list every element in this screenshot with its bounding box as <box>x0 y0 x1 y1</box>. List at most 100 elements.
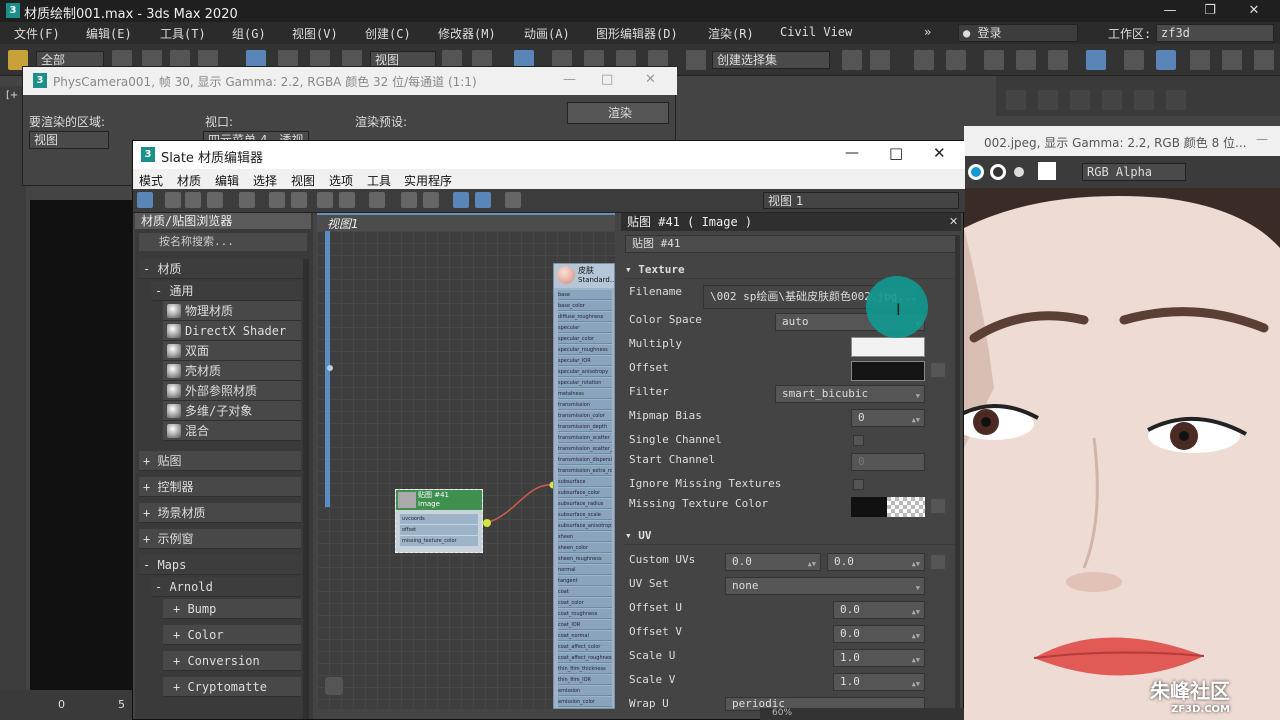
menu-rendering[interactable]: 渲染(R) <box>708 25 754 42</box>
offset-map-button[interactable] <box>931 363 945 377</box>
render-button[interactable]: 渲染 <box>567 102 669 124</box>
filter-select[interactable]: smart_bicubic ▼ <box>775 385 925 403</box>
single-channel-checkbox[interactable] <box>853 435 864 446</box>
scale-u-spinner[interactable]: 1.0 ▲▼ <box>833 649 925 667</box>
arnold-color[interactable]: + Color <box>163 625 301 645</box>
uv-section[interactable]: ▾ UV <box>625 529 955 545</box>
assign-material-icon[interactable] <box>207 192 223 208</box>
arnold-cryptomatte[interactable]: + Cryptomatte <box>163 677 301 697</box>
layout-children-icon[interactable] <box>423 192 439 208</box>
menu-views[interactable]: 视图(V) <box>292 25 338 42</box>
node-slot[interactable]: coat_affect_color <box>558 642 612 652</box>
red-channel-icon[interactable] <box>968 164 984 180</box>
layout-all-icon[interactable] <box>401 192 417 208</box>
offset-v-spinner[interactable]: 0.0 ▲▼ <box>833 625 925 643</box>
rendered-frame-icon[interactable] <box>1156 50 1176 70</box>
arnold-conversion[interactable]: + Conversion <box>163 651 301 671</box>
node-slot[interactable]: coat_affect_roughness <box>558 653 612 663</box>
material-xref[interactable]: 外部参照材质 <box>163 381 301 401</box>
menu-create[interactable]: 创建(C) <box>365 25 411 42</box>
node-slot[interactable]: specular_IOR <box>558 356 612 366</box>
node-slot[interactable]: tangent <box>558 576 612 586</box>
group-controllers[interactable]: + 控制器 <box>139 477 301 497</box>
material-map-browser-icon[interactable] <box>453 192 469 208</box>
menu-edit[interactable]: 编辑(E) <box>86 25 132 42</box>
move-children-icon[interactable] <box>269 192 285 208</box>
named-selection-select[interactable]: 创建选择集 <box>712 51 830 69</box>
close-icon[interactable]: ✕ <box>1234 0 1274 22</box>
zoom-value[interactable]: 60% <box>772 708 792 718</box>
region-select[interactable]: 视图 <box>29 131 109 149</box>
node-slot[interactable]: transmission_scatter <box>558 433 612 443</box>
node-slot[interactable]: subsurface_radius <box>558 499 612 509</box>
layer-explorer-icon[interactable] <box>946 50 966 70</box>
slate-minimize-icon[interactable]: — <box>845 145 859 161</box>
slate-maximize-icon[interactable]: □ <box>889 144 903 162</box>
curve-editor-icon[interactable] <box>1016 50 1036 70</box>
node-slot[interactable]: thin_film_IOR <box>558 675 612 685</box>
node-slot[interactable]: transmission <box>558 400 612 410</box>
map-slot-offset[interactable]: offset <box>400 525 478 535</box>
node-slot[interactable]: specular_anisotropy <box>558 367 612 377</box>
slate-menu-select[interactable]: 选择 <box>253 172 277 189</box>
standard-surface-node[interactable]: 皮肤 Standard... base base_color diffuse_rou… <box>553 263 615 709</box>
pick-material-icon[interactable] <box>165 192 181 208</box>
node-slot[interactable]: base <box>558 290 612 300</box>
timeline[interactable]: 0 5 <box>0 690 135 720</box>
image-map-node[interactable]: 贴图 #41 Image uvcoords offset missing_tex… <box>395 489 483 553</box>
hide-unused-icon[interactable] <box>291 192 307 208</box>
menu-tools[interactable]: 工具(T) <box>160 25 206 42</box>
slate-menu-options[interactable]: 选项 <box>329 172 353 189</box>
node-slot[interactable]: transmission_extra_rough <box>558 466 612 476</box>
menu-modifiers[interactable]: 修改器(M) <box>438 25 496 42</box>
node-slot[interactable]: sheen_color <box>558 543 612 553</box>
material-editor-icon[interactable] <box>1086 50 1106 70</box>
select-tool-icon[interactable] <box>137 192 153 208</box>
display-tab-icon[interactable] <box>1134 90 1154 110</box>
node-slot[interactable]: transmission_scatter_an <box>558 444 612 454</box>
scene-explorer-icon[interactable] <box>914 50 934 70</box>
node-slot[interactable]: specular_rotation <box>558 378 612 388</box>
slate-close-icon[interactable]: ✕ <box>933 144 946 162</box>
node-slot[interactable]: emission <box>558 686 612 696</box>
start-channel-spinner[interactable]: 0 <box>851 453 925 471</box>
slate-menu-mode[interactable]: 模式 <box>139 172 163 189</box>
node-slot[interactable]: sheen_roughness <box>558 554 612 564</box>
slate-menu-utilities[interactable]: 实用程序 <box>404 172 452 189</box>
section-arnold[interactable]: - Arnold <box>151 577 301 597</box>
image-view-minimize-icon[interactable]: — <box>1256 132 1268 146</box>
browser-search-input[interactable]: 按名称搜索... <box>139 233 307 251</box>
node-slot[interactable]: coat_roughness <box>558 609 612 619</box>
output-socket-icon[interactable] <box>483 519 491 527</box>
mirror-icon[interactable] <box>842 50 862 70</box>
viewport-label[interactable]: [+ <box>6 90 18 101</box>
section-maps[interactable]: - Maps <box>139 555 301 575</box>
node-slot[interactable]: transmission_dispersion <box>558 455 612 465</box>
material-id-icon[interactable] <box>369 192 385 208</box>
node-slot[interactable]: subsurface_scale <box>558 510 612 520</box>
menu-civil-view[interactable]: Civil View <box>780 25 852 39</box>
display-alpha-icon[interactable] <box>1038 162 1056 180</box>
map-name-input[interactable]: 贴图 #41 <box>625 235 957 253</box>
minimize-icon[interactable]: — <box>1150 0 1190 22</box>
multiply-color-swatch[interactable] <box>851 337 925 357</box>
render-frame-close-icon[interactable]: ✕ <box>645 72 656 87</box>
custom-uv-b-spinner[interactable]: 0.0 ▲▼ <box>827 553 925 571</box>
offset-color-swatch[interactable] <box>851 361 925 381</box>
node-slot[interactable]: specular <box>558 323 612 333</box>
restore-icon[interactable]: ❐ <box>1190 0 1230 22</box>
node-slot[interactable]: thin_film_thickness <box>558 664 612 674</box>
material-physical[interactable]: 物理材质 <box>163 301 301 321</box>
schematic-view-icon[interactable] <box>1048 50 1068 70</box>
render-frame-minimize-icon[interactable]: — <box>563 72 576 87</box>
node-slot[interactable]: emission_color <box>558 697 612 707</box>
slate-menu-tools[interactable]: 工具 <box>367 172 391 189</box>
node-slot[interactable]: normal <box>558 565 612 575</box>
show-background-icon[interactable] <box>339 192 355 208</box>
uv-set-select[interactable]: none ▼ <box>725 577 925 595</box>
missing-map-button[interactable] <box>931 499 945 513</box>
create-tab-icon[interactable] <box>1006 90 1026 110</box>
parameter-close-icon[interactable]: ✕ <box>949 215 958 228</box>
node-slot[interactable]: specular_color <box>558 334 612 344</box>
menu-file[interactable]: 文件(F) <box>14 25 60 42</box>
